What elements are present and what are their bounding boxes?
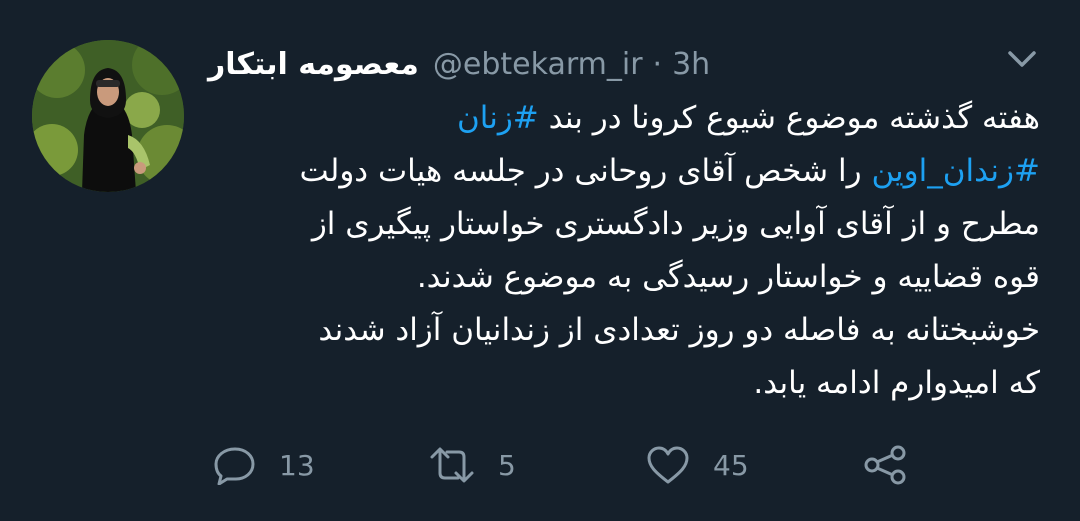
retweet-count: 5 [498,448,516,482]
author-display-name[interactable]: معصومه ابتکار [208,47,419,82]
retweet-icon [430,447,474,483]
hashtag-link[interactable]: #زندان_اوین [871,153,1040,189]
like-count: 45 [713,448,749,482]
tweet-text-segment: را شخص آقای روحانی در جلسه هیات دولت [299,153,872,189]
tweet-text-line-4: قوه قضاییه و خواستار رسیدگی به موضوع شدن… [416,259,1040,295]
header-separator: · [652,46,663,82]
tweet-text-line-1: هفته گذشته موضوع شیوع کرونا در بند #زنان [205,92,1040,145]
tweet-card[interactable]: معصومه ابتکار @ebtekarm_ir · 3h هفته گذش… [0,0,1080,521]
tweet-header: معصومه ابتکار @ebtekarm_ir · 3h [208,36,1008,92]
reply-icon [214,447,255,485]
tweet-text-line-2: #زندان_اوین را شخص آقای روحانی در جلسه ه… [205,145,1040,198]
author-avatar[interactable] [32,40,184,192]
tweet-timestamp[interactable]: 3h [672,47,710,82]
retweet-button[interactable]: 5 [428,440,516,490]
tweet-text-line-6: که امیدوارم ادامه یابد. [753,365,1040,401]
profile-photo [32,40,184,192]
tweet-menu-button[interactable] [1004,44,1040,74]
share-button[interactable] [862,440,908,490]
tweet-text-line-3: مطرح و از آقای آوایی وزیر دادگستری خواست… [311,206,1040,242]
author-handle[interactable]: @ebtekarm_ir [433,47,643,82]
tweet-text: هفته گذشته موضوع شیوع کرونا در بند #زنان… [205,92,1040,410]
tweet-actions: 13 5 45 [0,440,1080,490]
like-icon [647,446,689,484]
tweet-text-line-5: خوشبختانه به فاصله دو روز تعدادی از زندا… [318,312,1040,348]
share-icon [864,445,906,485]
reply-count: 13 [279,448,315,482]
tweet-text-segment: هفته گذشته موضوع شیوع کرونا در بند [538,100,1040,136]
like-button[interactable]: 45 [645,440,749,490]
chevron-down-icon [1008,51,1036,67]
hashtag-link[interactable]: #زنان [457,100,539,136]
reply-button[interactable]: 13 [213,440,315,490]
